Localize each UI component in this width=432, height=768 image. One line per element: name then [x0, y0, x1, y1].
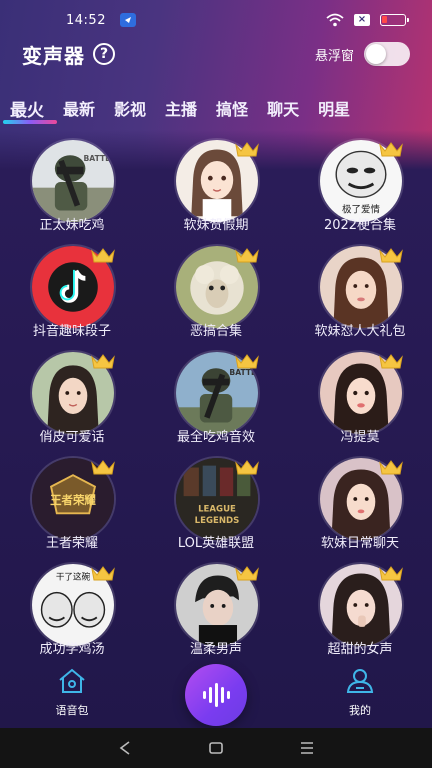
floating-window-toggle[interactable] — [364, 42, 410, 66]
home-button-icon[interactable] — [208, 740, 224, 756]
profile-icon — [346, 669, 374, 693]
svg-text:BATTLE: BATTLE — [83, 154, 114, 163]
vip-crown-icon — [235, 142, 259, 157]
toggle-knob — [366, 44, 386, 64]
tab-hottest[interactable]: 最火 — [10, 96, 44, 121]
bottom-navigation: 语音包 我的 — [0, 660, 432, 726]
voice-pack-card[interactable]: 温柔男声 — [144, 562, 288, 666]
help-icon[interactable]: ? — [93, 43, 115, 65]
voice-pack-card[interactable]: 抖音趣味段子 — [0, 244, 144, 348]
vip-crown-icon — [379, 566, 403, 581]
vip-crown-icon — [379, 460, 403, 475]
nav-profile-label: 我的 — [349, 704, 371, 717]
svg-text:LEGENDS: LEGENDS — [195, 516, 240, 526]
voice-pack-card[interactable]: 软妹贺假期 — [144, 138, 288, 242]
nav-voice-packs[interactable]: 语音包 — [32, 668, 112, 718]
active-tab-indicator — [3, 120, 57, 124]
voice-pack-title: 恶搞合集 — [189, 324, 242, 339]
vip-crown-icon — [379, 248, 403, 263]
voice-pack-card[interactable]: 干了这碗 成功学鸡汤 — [0, 562, 144, 666]
nav-voice-packs-label: 语音包 — [55, 704, 89, 717]
sim-icon: × — [354, 14, 370, 26]
voice-pack-card[interactable]: 超甜的女声 — [288, 562, 432, 666]
voice-pack-title: 正太妹吃鸡 — [39, 218, 105, 233]
voice-pack-title: 成功学鸡汤 — [39, 642, 105, 657]
voice-pack-card[interactable]: BATTLE 最全吃鸡音效 — [144, 350, 288, 454]
tab-chat[interactable]: 聊天 — [267, 96, 299, 120]
voice-pack-title: 抖音趣味段子 — [32, 324, 111, 339]
voice-pack-card[interactable]: 软妹日常聊天 — [288, 456, 432, 560]
voice-pack-title: 温柔男声 — [189, 642, 242, 657]
status-time: 14:52 — [66, 12, 106, 28]
voice-pack-card[interactable]: 冯提莫 — [288, 350, 432, 454]
vip-crown-icon — [235, 460, 259, 475]
vip-crown-icon — [91, 566, 115, 581]
record-voice-button[interactable] — [185, 664, 247, 726]
battery-icon — [380, 14, 409, 26]
voice-pack-card[interactable]: LEAGUE LEGENDS LOL英雄联盟 — [144, 456, 288, 560]
voice-pack-title: 王者荣耀 — [45, 536, 98, 551]
tab-film[interactable]: 影视 — [114, 96, 146, 120]
voice-pack-card[interactable]: 软妹怼人大礼包 — [288, 244, 432, 348]
home-icon — [59, 668, 85, 693]
voice-pack-card[interactable]: 恶搞合集 — [144, 244, 288, 348]
vip-crown-icon — [379, 142, 403, 157]
system-navigation-bar — [0, 728, 432, 768]
tab-streamer[interactable]: 主播 — [165, 96, 197, 120]
svg-text:王者荣耀: 王者荣耀 — [50, 493, 96, 507]
svg-text:LEAGUE: LEAGUE — [198, 504, 236, 514]
app-header: 变声器 ? 悬浮窗 — [0, 36, 432, 72]
menu-icon[interactable] — [299, 740, 315, 756]
voice-pack-title: 软妹贺假期 — [183, 218, 249, 233]
voice-pack-title: 2022梗合集 — [323, 218, 397, 233]
page-title: 变声器 — [22, 43, 85, 68]
voice-pack-title: 俏皮可爱话 — [39, 430, 105, 445]
category-tabs: 最火 最新 影视 主播 搞怪 聊天 明星 — [0, 90, 432, 126]
voice-pack-title: 软妹怼人大礼包 — [314, 324, 406, 339]
voice-pack-card[interactable]: 极了爱情 2022梗合集 — [288, 138, 432, 242]
wifi-icon — [326, 13, 344, 27]
tab-funny[interactable]: 搞怪 — [216, 96, 248, 120]
voice-pack-title: 超甜的女声 — [327, 642, 393, 657]
voice-pack-card[interactable]: 王者荣耀 王者荣耀 — [0, 456, 144, 560]
back-icon[interactable] — [117, 740, 133, 756]
vip-crown-icon — [91, 354, 115, 369]
vip-crown-icon — [235, 566, 259, 581]
svg-text:干了这碗: 干了这碗 — [56, 570, 91, 582]
status-icons: × — [326, 13, 409, 27]
nav-profile[interactable]: 我的 — [320, 668, 400, 718]
tab-celebrity[interactable]: 明星 — [318, 96, 350, 120]
voice-pack-title: 软妹日常聊天 — [320, 536, 399, 551]
vip-crown-icon — [235, 248, 259, 263]
floating-window-setting: 悬浮窗 — [315, 42, 410, 66]
vip-crown-icon — [235, 354, 259, 369]
tab-newest[interactable]: 最新 — [63, 96, 95, 120]
voice-pack-card[interactable]: BATTLE 正太妹吃鸡 — [0, 138, 144, 242]
voice-pack-title: 冯提莫 — [340, 430, 380, 445]
vip-crown-icon — [379, 354, 403, 369]
vip-crown-icon — [91, 248, 115, 263]
status-bar: 14:52 × — [0, 0, 432, 40]
floating-window-label: 悬浮窗 — [314, 48, 354, 64]
vip-crown-icon — [91, 460, 115, 475]
notification-app-icon — [119, 13, 136, 27]
voice-pack-card[interactable]: 俏皮可爱话 — [0, 350, 144, 454]
voice-pack-title: LOL英雄联盟 — [177, 536, 255, 551]
pubg-soldier-avatar: BATTLE — [30, 138, 116, 224]
sound-wave-icon — [203, 683, 230, 707]
voice-pack-title: 最全吃鸡音效 — [176, 430, 255, 445]
